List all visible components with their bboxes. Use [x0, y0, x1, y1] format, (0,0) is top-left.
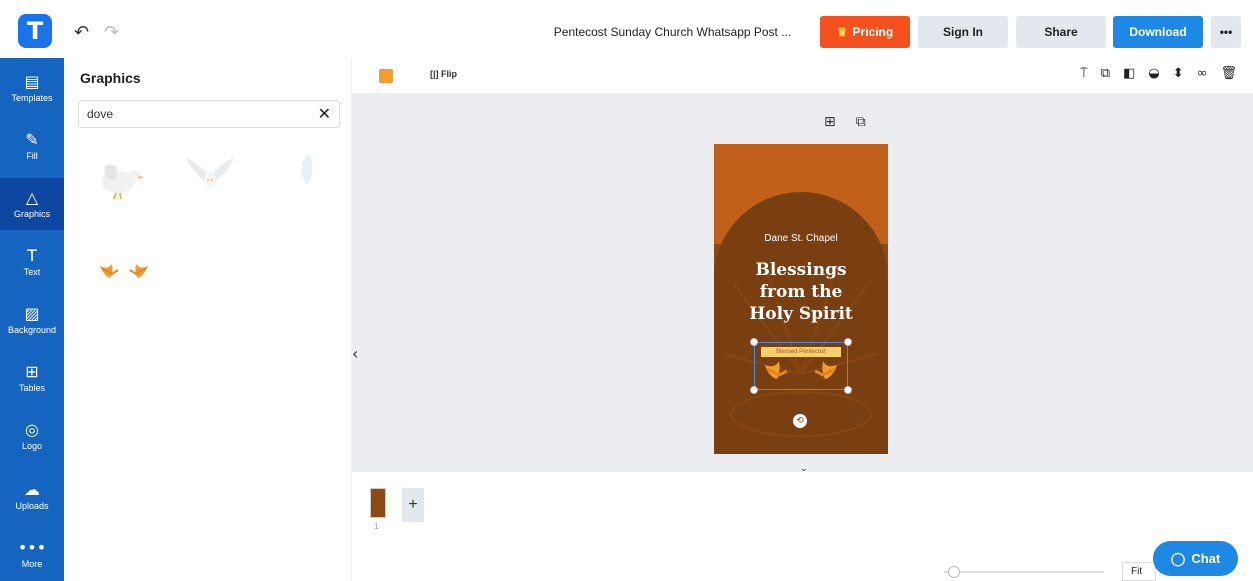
sidebar-item-label: Graphics	[13, 209, 50, 219]
sidebar-item-label: Background	[7, 325, 57, 335]
dove-graphic-result[interactable]	[96, 154, 148, 202]
sidebar-item-label: Fill	[26, 151, 38, 161]
chat-label: Chat	[1191, 551, 1221, 566]
doves-graphic	[765, 361, 837, 379]
collapse-panel-icon[interactable]: ‹	[352, 344, 358, 363]
share-button[interactable]: Share	[1016, 16, 1106, 48]
add-page-icon[interactable]: ⊞	[824, 114, 836, 130]
pricing-label: Pricing	[852, 25, 894, 39]
flip-icon: [|]	[430, 69, 439, 79]
crown-icon: ♛	[836, 25, 848, 39]
flip-label: Flip	[441, 69, 458, 79]
dove-graphic-result[interactable]	[184, 156, 236, 196]
panel-title: Graphics	[80, 70, 141, 86]
sidebar-item-tables[interactable]: ⊞ Tables	[0, 352, 64, 404]
sidebar-item-uploads[interactable]: ☁ Uploads	[0, 470, 64, 522]
sign-in-button[interactable]: Sign In	[918, 16, 1008, 48]
fit-button[interactable]: Fit	[1122, 562, 1156, 581]
resize-handle[interactable]	[750, 386, 758, 394]
zoom-slider-thumb[interactable]	[948, 566, 960, 578]
link-icon[interactable]: ∞	[1197, 66, 1208, 81]
opacity-icon[interactable]: ◒	[1148, 66, 1159, 81]
undo-icon[interactable]: ↶	[74, 22, 89, 43]
headline-line: Holy Spirit	[749, 304, 853, 324]
pricing-button[interactable]: ♛ Pricing	[820, 16, 910, 48]
sidebar-item-label: Templates	[11, 93, 53, 103]
selected-graphic[interactable]: Blessed Pentecost	[750, 338, 852, 394]
sidebar-item-text[interactable]: T Text	[0, 236, 64, 288]
sidebar-item-templates[interactable]: ▤ Templates	[0, 62, 64, 114]
resize-handle[interactable]	[844, 338, 852, 346]
resize-handle[interactable]	[750, 338, 758, 346]
app-logo[interactable]: T	[18, 14, 52, 48]
trash-icon[interactable]: 🗑	[1220, 66, 1237, 81]
pages-strip: 1 + Fit	[352, 472, 1253, 581]
chat-bubble-icon: ◯	[1170, 550, 1186, 566]
sidebar-item-label: Text	[23, 267, 41, 277]
table-icon: ⊞	[25, 362, 39, 381]
layer-order-icon[interactable]: ◧	[1123, 66, 1135, 81]
add-page-button[interactable]: +	[402, 488, 424, 522]
page-number: 1	[374, 522, 379, 531]
logo-icon: ◎	[25, 420, 39, 439]
canvas-area: ‹ ⊞ ⧉ Dane St. Chapel Blessings from the…	[352, 94, 1253, 474]
dove-graphic-result[interactable]	[292, 150, 322, 188]
sidebar-item-label: Uploads	[15, 501, 49, 511]
graphics-panel: Graphics ✕	[64, 58, 352, 581]
download-button[interactable]: Download	[1113, 16, 1203, 48]
document-title[interactable]: Pentecost Sunday Church Whatsapp Post ..…	[530, 25, 815, 39]
duplicate-icon[interactable]: ⧉	[1101, 66, 1110, 81]
tool-icons: ⍑ ⧉ ◧ ◒ ⬍ ∞ 🗑	[1080, 66, 1237, 81]
sidebar-item-logo[interactable]: ◎ Logo	[0, 410, 64, 462]
pencil-icon: ✎	[25, 130, 39, 149]
headline-line: Blessings	[755, 260, 847, 280]
paint-roller-icon[interactable]: ⍑	[1080, 66, 1088, 81]
element-toolbar: [|] Flip ⍑ ⧉ ◧ ◒ ⬍ ∞ 🗑	[352, 58, 1253, 94]
sidebar-item-label: More	[21, 559, 43, 569]
sidebar-item-fill[interactable]: ✎ Fill	[0, 120, 64, 172]
sidebar-item-label: Tables	[18, 383, 45, 393]
resize-handle[interactable]	[844, 386, 852, 394]
search-input[interactable]	[79, 101, 299, 127]
chat-button[interactable]: ◯ Chat	[1153, 541, 1238, 576]
sidebar-item-label: Logo	[21, 441, 43, 451]
design-canvas[interactable]: Dane St. Chapel Blessings from the Holy …	[714, 144, 888, 454]
dove-graphic-result[interactable]	[98, 260, 150, 286]
upload-cloud-icon: ☁	[24, 480, 40, 499]
top-bar: T ↶ ↷ Pentecost Sunday Church Whatsapp P…	[0, 0, 1253, 62]
more-dots-icon: •••	[17, 538, 47, 557]
align-icon[interactable]: ⬍	[1173, 66, 1184, 81]
text-icon: T	[27, 246, 37, 265]
search-box: ✕	[78, 100, 340, 128]
sidebar-item-background[interactable]: ▨ Background	[0, 294, 64, 346]
sidebar: ▤ Templates ✎ Fill △ Graphics T Text ▨ B…	[0, 58, 64, 581]
redo-icon[interactable]: ↷	[104, 22, 119, 43]
sidebar-item-more[interactable]: ••• More	[0, 528, 64, 580]
templates-icon: ▤	[24, 72, 40, 91]
headline-line: from the	[759, 282, 843, 302]
background-icon: ▨	[24, 304, 40, 323]
color-swatch[interactable]	[379, 69, 393, 83]
zoom-slider[interactable]	[944, 571, 1104, 573]
banner-text: Blessed Pentecost	[761, 347, 841, 357]
sidebar-item-graphics[interactable]: △ Graphics	[0, 178, 64, 230]
flip-button[interactable]: [|] Flip	[430, 69, 457, 79]
rotate-icon[interactable]: ⟲	[793, 414, 807, 428]
clear-search-icon[interactable]: ✕	[318, 104, 331, 123]
shapes-icon: △	[25, 188, 39, 207]
chapel-name[interactable]: Dane St. Chapel	[714, 233, 888, 244]
poster-headline[interactable]: Blessings from the Holy Spirit	[714, 259, 888, 325]
more-options-button[interactable]: •••	[1211, 16, 1241, 48]
page-actions: ⊞ ⧉	[824, 114, 866, 130]
copy-page-icon[interactable]: ⧉	[856, 114, 866, 130]
page-thumbnail[interactable]	[370, 488, 386, 518]
